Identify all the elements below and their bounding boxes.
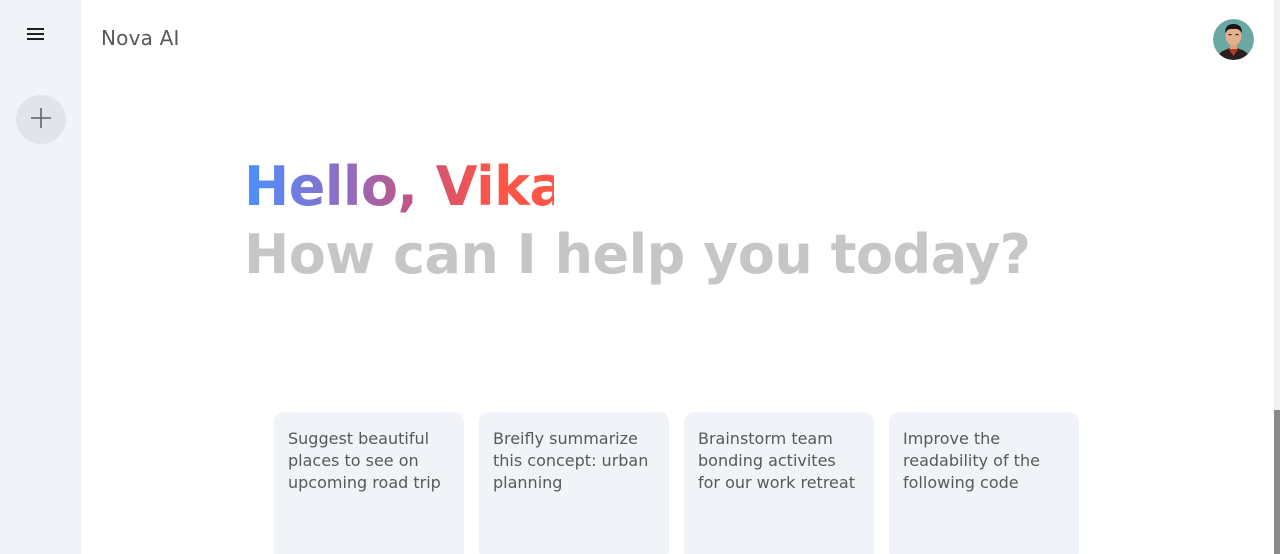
suggestion-card[interactable]: Suggest beautiful places to see on upcom… xyxy=(274,412,464,554)
greeting-subtitle: How can I help you today? xyxy=(244,223,1031,286)
app-title: Nova AI xyxy=(101,26,180,50)
suggestion-card[interactable]: Brainstorm team bonding activites for ou… xyxy=(684,412,874,554)
suggestion-card[interactable]: Improve the readability of the following… xyxy=(889,412,1079,554)
menu-icon xyxy=(27,26,45,45)
vertical-scrollbar[interactable] xyxy=(1274,0,1280,554)
sidebar xyxy=(0,0,81,554)
plus-icon xyxy=(30,107,52,133)
suggestion-card-text: Brainstorm team bonding activites for ou… xyxy=(698,429,855,492)
greeting: Hello, Vikas. How can I help you today? xyxy=(244,152,1031,290)
suggestion-card[interactable]: Breifly summarize this concept: urban pl… xyxy=(479,412,669,554)
suggestion-card-text: Suggest beautiful places to see on upcom… xyxy=(288,429,441,492)
new-chat-button[interactable] xyxy=(16,95,66,144)
menu-button[interactable] xyxy=(20,19,52,51)
greeting-hello: Hello, Vikas. xyxy=(244,152,618,222)
main-area: Nova AI Hello, Vikas. How can I help you… xyxy=(81,0,1274,554)
user-avatar[interactable] xyxy=(1213,19,1254,60)
scrollbar-thumb[interactable] xyxy=(1274,410,1280,554)
suggestion-card-text: Breifly summarize this concept: urban pl… xyxy=(493,429,649,492)
suggestion-card-text: Improve the readability of the following… xyxy=(903,429,1040,492)
suggestion-cards: Suggest beautiful places to see on upcom… xyxy=(274,412,1079,554)
